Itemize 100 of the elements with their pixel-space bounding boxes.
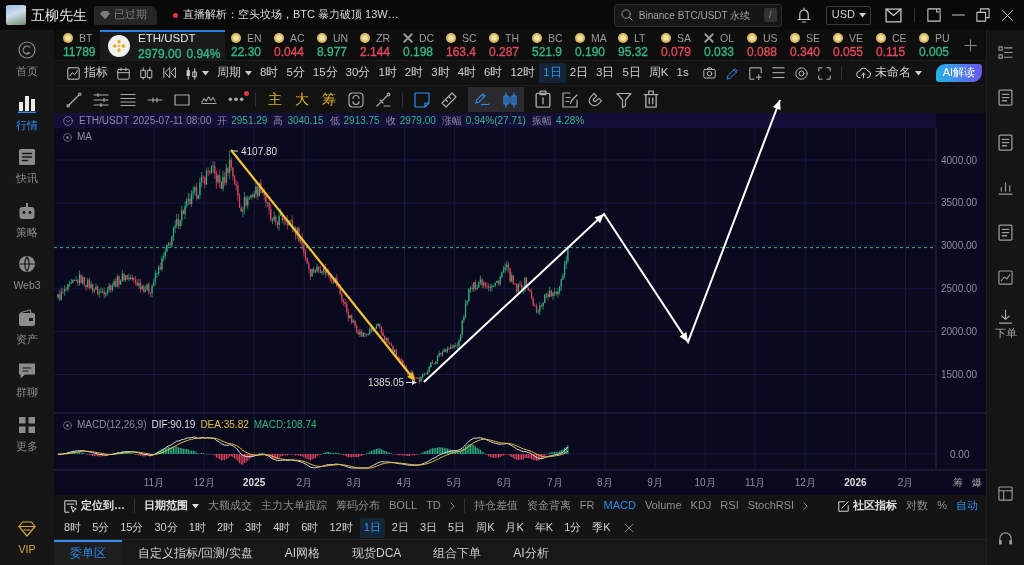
horizontal-line-icon[interactable] [147, 96, 163, 103]
rectangle-icon[interactable] [174, 93, 190, 106]
period-tab[interactable]: 4时 [453, 63, 481, 83]
sidebar-item[interactable]: 行情 [2, 94, 52, 148]
indicator-tab[interactable]: RSI [720, 499, 739, 513]
period-tab[interactable]: 6时 [480, 63, 507, 83]
list-icon[interactable] [998, 45, 1013, 60]
sidebar-item[interactable]: 资产 [2, 308, 52, 362]
period-tab[interactable]: 2时 [400, 63, 428, 83]
calendar-icon[interactable] [117, 66, 130, 80]
interval-button[interactable]: 1s [672, 63, 693, 83]
period-tab[interactable]: 1时 [184, 518, 210, 538]
bell-icon[interactable] [795, 7, 812, 23]
measure-icon[interactable] [375, 91, 391, 108]
ticker-item[interactable]: SE 0.340 [784, 30, 827, 60]
panel-icon[interactable] [927, 8, 941, 22]
period-tab[interactable]: 8时 [60, 518, 86, 538]
period-tab[interactable]: 3时 [241, 518, 267, 538]
bar-chart-icon[interactable] [998, 180, 1013, 195]
period-tab[interactable]: 3日 [592, 63, 619, 83]
ticker-item[interactable]: SA 0.079 [655, 30, 698, 60]
trend-line-icon[interactable] [66, 91, 82, 108]
ai-button[interactable]: AI解读 [935, 64, 983, 82]
period-tab[interactable]: 2日 [565, 63, 593, 83]
sidebar-item[interactable]: 更多 [2, 415, 52, 469]
period-tab[interactable]: 1日 [359, 518, 385, 538]
close-icon[interactable] [623, 523, 634, 533]
scale-option[interactable]: 对数 [906, 499, 929, 513]
tool-button[interactable] [496, 87, 524, 112]
mail-icon[interactable] [885, 7, 902, 23]
period-tab[interactable]: 5分 [282, 63, 309, 83]
indicator-tab[interactable]: 持仓差值 [473, 499, 518, 513]
document-icon[interactable] [998, 223, 1013, 242]
ticker-item[interactable]: TH 0.287 [483, 30, 526, 60]
indicator-tab[interactable]: MACD [603, 499, 636, 513]
two-boxes-icon[interactable] [140, 66, 153, 80]
ticker-item[interactable]: ETH/USDT 2979.00 0.94% [100, 30, 225, 60]
indicator-tab[interactable]: 大额成交 [208, 499, 252, 513]
axis-button[interactable]: 爆 [972, 477, 982, 488]
ticker-item[interactable]: CE 0.115 [870, 30, 913, 60]
pencil-icon[interactable] [725, 66, 739, 80]
chevron-right-icon[interactable] [449, 501, 455, 511]
document-icon[interactable] [998, 133, 1013, 152]
layout-icon[interactable] [998, 486, 1013, 501]
ruler-icon[interactable] [441, 91, 457, 108]
note-icon[interactable] [414, 91, 430, 108]
scale-option[interactable]: % [937, 499, 947, 513]
panel-tab[interactable]: 自定义指标/回测/实盘 [122, 540, 269, 565]
period-tab[interactable]: 2时 [212, 518, 238, 538]
panel-tab[interactable]: 组合下单 [417, 540, 498, 565]
ticker-item[interactable]: DC 0.198 [397, 30, 440, 60]
period-tab[interactable]: 季K [588, 518, 615, 538]
ticker-item[interactable]: VE 0.055 [827, 30, 870, 60]
panel-tab[interactable]: 现货DCA [336, 540, 418, 565]
ticker-item[interactable]: OL 0.033 [698, 30, 741, 60]
lines-icon[interactable] [771, 67, 785, 79]
indicator-tab[interactable]: Volume [644, 499, 682, 513]
text-tool[interactable]: 主 [267, 89, 283, 110]
text-tool[interactable]: 筹 [321, 89, 337, 110]
community-button[interactable]: 社区指标 [838, 496, 898, 516]
ticker-item[interactable]: US 0.088 [741, 30, 784, 60]
period-tab[interactable]: 周K [644, 63, 673, 83]
more-icon[interactable] [228, 97, 244, 102]
panel-tab[interactable]: AI分析 [497, 540, 565, 565]
stacked-lines-icon[interactable] [120, 92, 136, 107]
collapse-icon[interactable] [63, 115, 73, 126]
indicator-button[interactable]: 指标 [63, 63, 112, 83]
camera-icon[interactable] [702, 67, 716, 79]
headset-icon[interactable] [998, 531, 1013, 546]
indicator-tab[interactable]: 主力大单跟踪 [261, 499, 327, 513]
period-tab[interactable]: 年K [530, 518, 558, 538]
period-tab[interactable]: 12时 [325, 518, 357, 538]
zigzag-pattern-icon[interactable] [201, 95, 217, 104]
period-tab[interactable]: 月K [501, 518, 528, 538]
plus-icon[interactable] [964, 38, 977, 52]
refresh-box-icon[interactable] [348, 91, 364, 108]
period-tab[interactable]: 5分 [88, 518, 114, 538]
ticker-item[interactable]: BC 521.9 [526, 30, 569, 60]
frame-plus-icon[interactable] [748, 66, 762, 80]
document-icon[interactable] [998, 88, 1013, 107]
ticker-item[interactable]: ZR 2.144 [354, 30, 397, 60]
period-tab[interactable]: 4时 [269, 518, 295, 538]
locate-button[interactable]: 定位到… [64, 496, 125, 516]
indicator-tab[interactable]: StochRSI [747, 499, 795, 513]
tool-button[interactable] [468, 87, 496, 112]
rewind-icon[interactable] [163, 67, 176, 79]
line-chart-icon[interactable] [998, 270, 1013, 285]
indicator-tab[interactable]: 筹码分布 [336, 499, 380, 513]
edit-icon[interactable] [562, 91, 578, 108]
date-range-dropdown[interactable]: 日期范围 [144, 496, 199, 516]
sidebar-item[interactable]: Web3 [2, 255, 52, 309]
filter-icon[interactable] [616, 91, 632, 108]
period-tab[interactable]: 8时 [256, 63, 283, 83]
order-button[interactable]: 下单 [994, 300, 1017, 348]
ticker-item[interactable]: SC 163.4 [440, 30, 483, 60]
trash-icon[interactable] [643, 90, 659, 109]
period-tab[interactable]: 3时 [427, 63, 454, 83]
period-tab[interactable]: 5日 [444, 518, 470, 538]
ticker-item[interactable]: EN 22.30 [225, 30, 268, 60]
indicator-tab[interactable]: TD [426, 499, 441, 513]
